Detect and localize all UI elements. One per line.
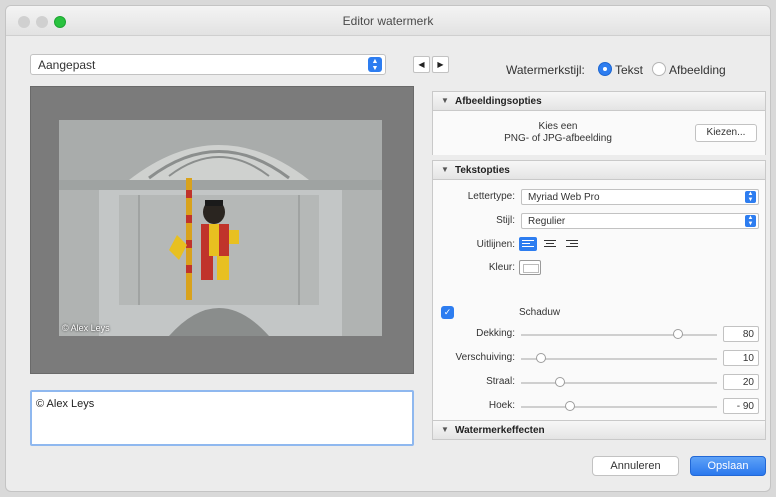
offset-slider-knob[interactable]	[535, 353, 546, 363]
disclosure-triangle-icon: ▼	[441, 425, 449, 434]
align-buttons	[519, 237, 599, 251]
disclosure-triangle-icon: ▼	[441, 96, 449, 105]
image-choose-line2: PNG- of JPG-afbeelding	[504, 133, 612, 144]
preset-value: Aangepast	[38, 58, 96, 72]
image-options-body: Kies een PNG- of JPG-afbeelding Kiezen..…	[432, 111, 766, 155]
choose-image-button[interactable]: Kiezen...	[695, 124, 757, 142]
offset-slider[interactable]	[521, 353, 717, 363]
text-options-header[interactable]: ▼ Tekstopties	[432, 160, 766, 180]
text-options-body: Lettertype: Myriad Web Pro ▲ ▼ Stijl: Reg…	[432, 180, 766, 422]
align-left-icon[interactable]	[519, 237, 537, 251]
radius-value[interactable]: 20	[723, 374, 759, 390]
preview-photo: © Alex Leys	[59, 120, 382, 336]
window-title: Editor watermerk	[342, 14, 434, 28]
opacity-slider[interactable]	[521, 329, 717, 339]
watermark-editor-window: Editor watermerk Aangepast ▲ ▼ ◀ ▶ Waterm…	[6, 6, 770, 491]
cancel-button[interactable]: Annuleren	[592, 456, 679, 476]
offset-value[interactable]: 10	[723, 350, 759, 366]
disclosure-triangle-icon: ▼	[441, 165, 449, 174]
radio-image-label[interactable]: Afbeelding	[669, 63, 726, 77]
image-choose-line1: Kies een	[538, 121, 578, 132]
align-label: Uitlijnen:	[476, 239, 515, 250]
radius-slider-knob[interactable]	[555, 377, 566, 387]
angle-slider[interactable]	[521, 401, 717, 411]
preview-watermark-overlay: © Alex Leys	[62, 323, 110, 333]
title-bar: Editor watermerk	[6, 6, 770, 36]
offset-label: Verschuiving:	[455, 352, 515, 363]
opacity-slider-knob[interactable]	[672, 329, 683, 339]
watermark-effects-header[interactable]: ▼ Watermerkeffecten	[432, 420, 766, 440]
style-value: Regulier	[528, 216, 566, 227]
radio-image-style[interactable]	[652, 62, 666, 76]
color-label: Kleur:	[488, 262, 515, 273]
font-select[interactable]: Myriad Web Pro ▲ ▼	[521, 189, 759, 205]
watermark-effects-title: Watermerkeffecten	[455, 425, 545, 436]
font-label: Lettertype:	[467, 191, 515, 202]
radio-text-style[interactable]	[598, 62, 612, 76]
align-center-icon[interactable]	[541, 237, 559, 251]
text-color-swatch[interactable]	[519, 260, 541, 275]
arrow-right-icon: ▶	[437, 60, 444, 69]
text-options-title: Tekstopties	[455, 165, 510, 176]
opacity-value[interactable]: 80	[723, 326, 759, 342]
radius-slider[interactable]	[521, 377, 717, 387]
font-value: Myriad Web Pro	[528, 192, 600, 203]
arrow-left-icon: ◀	[418, 60, 425, 69]
shadow-label: Schaduw	[519, 307, 561, 318]
image-options-title: Afbeeldingsopties	[455, 96, 542, 107]
radio-text-label[interactable]: Tekst	[615, 63, 643, 77]
watermark-style-label: Watermerkstijl:	[506, 63, 585, 77]
watermark-text-input[interactable]: © Alex Leys	[30, 390, 414, 446]
style-select[interactable]: Regulier ▲ ▼	[521, 213, 759, 229]
angle-slider-knob[interactable]	[565, 401, 575, 411]
radius-label: Straal:	[486, 376, 515, 387]
angle-label: Hoek:	[488, 400, 515, 411]
next-image-button[interactable]: ▶	[432, 56, 449, 73]
select-arrows-icon: ▲ ▼	[745, 191, 756, 203]
opacity-label: Dekking:	[476, 328, 515, 339]
previous-image-button[interactable]: ◀	[413, 56, 430, 73]
select-arrows-icon: ▲ ▼	[368, 57, 382, 72]
image-options-header[interactable]: ▼ Afbeeldingsopties	[432, 91, 766, 111]
statue-photo-image	[59, 120, 382, 336]
select-arrows-icon: ▲ ▼	[745, 215, 756, 227]
angle-value[interactable]: - 90	[723, 398, 759, 414]
style-label: Stijl:	[496, 215, 515, 226]
watermark-preview: © Alex Leys	[30, 86, 414, 374]
align-right-icon[interactable]	[563, 237, 581, 251]
preset-select[interactable]: Aangepast ▲ ▼	[30, 54, 386, 75]
save-button[interactable]: Opslaan	[690, 456, 766, 476]
shadow-checkbox[interactable]: ✓	[441, 306, 454, 319]
